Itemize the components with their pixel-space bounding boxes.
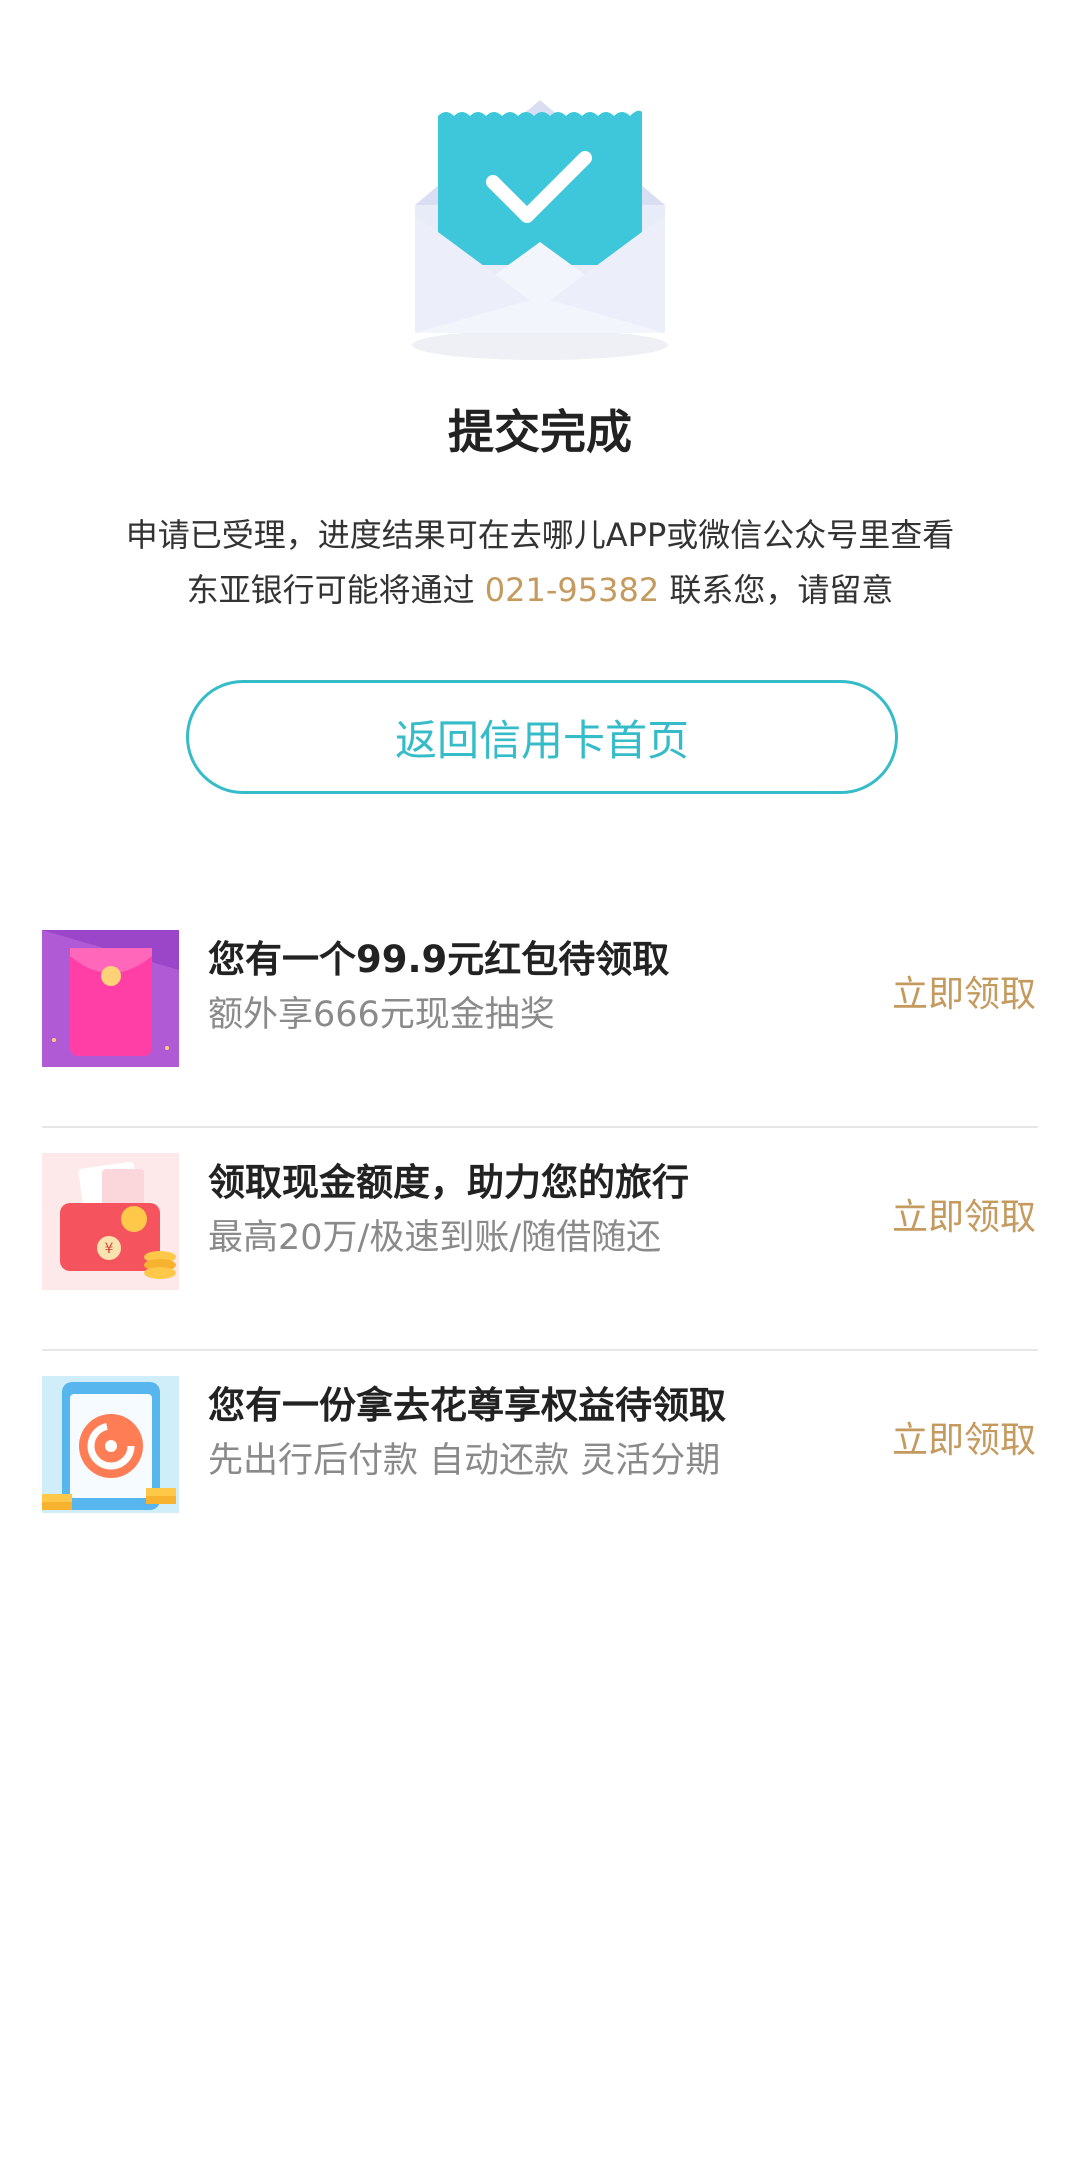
envelope-success-icon xyxy=(405,90,675,370)
status-message: 申请已受理，进度结果可在去哪儿APP或微信公众号里查看 xyxy=(125,516,955,554)
cash-wallet-icon: ¥ xyxy=(42,1153,179,1290)
red-envelope-icon xyxy=(42,930,179,1067)
contact-phone: 021-95382 xyxy=(484,571,660,609)
contact-notice: 东亚银行可能将通过 021-95382 联系您，请留意 xyxy=(0,568,1080,612)
offer-subtitle: 额外享666元现金抽奖 xyxy=(208,995,555,1035)
claim-button[interactable]: 立即领取 xyxy=(892,1417,1036,1465)
offer-title: 领取现金额度，助力您的旅行 xyxy=(208,1161,689,1204)
offer-item-red-envelope[interactable]: 您有一个99.9元红包待领取 额外享666元现金抽奖 立即领取 xyxy=(0,905,1080,1128)
svg-text:¥: ¥ xyxy=(105,1241,114,1257)
offer-item-cash-credit[interactable]: ¥ 领取现金额度，助力您的旅行 最高20万/极速到账/随借随还 立即领取 xyxy=(0,1128,1080,1351)
phone-payment-icon xyxy=(42,1376,179,1513)
result-section: 提交完成 申请已受理，进度结果可在去哪儿APP或微信公众号里查看 东亚银行可能将… xyxy=(0,0,1080,820)
offer-subtitle: 最高20万/极速到账/随借随还 xyxy=(208,1218,662,1258)
claim-button[interactable]: 立即领取 xyxy=(892,971,1036,1019)
offer-title: 您有一个99.9元红包待领取 xyxy=(208,938,670,981)
contact-notice-suffix: 联系您，请留意 xyxy=(659,571,894,609)
offer-title: 您有一份拿去花尊享权益待领取 xyxy=(208,1384,726,1427)
offer-item-naquhua[interactable]: 您有一份拿去花尊享权益待领取 先出行后付款 自动还款 灵活分期 立即领取 xyxy=(0,1351,1080,1574)
return-home-button[interactable]: 返回信用卡首页 xyxy=(186,680,898,794)
page-title: 提交完成 xyxy=(448,405,632,459)
offer-subtitle: 先出行后付款 自动还款 灵活分期 xyxy=(208,1441,721,1481)
claim-button[interactable]: 立即领取 xyxy=(892,1194,1036,1242)
offer-list: 您有一个99.9元红包待领取 额外享666元现金抽奖 立即领取 ¥ 领取现金额度… xyxy=(0,905,1080,1574)
contact-notice-prefix: 东亚银行可能将通过 xyxy=(186,571,485,609)
